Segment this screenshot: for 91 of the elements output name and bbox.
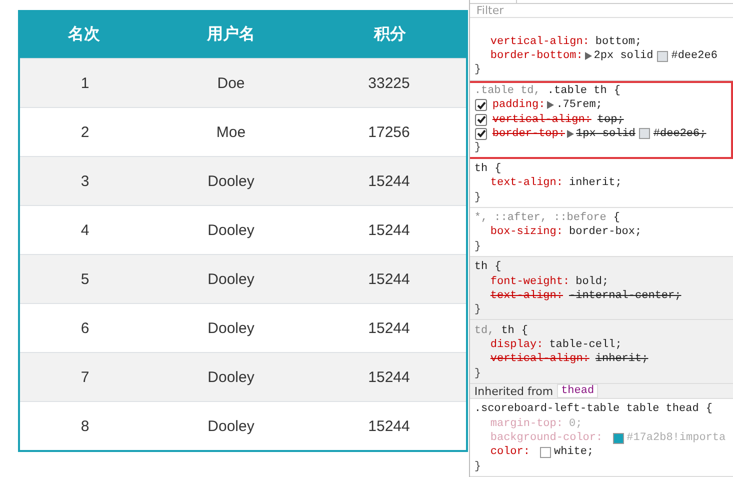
brace: { xyxy=(613,212,620,224)
table-cell-text: 3 xyxy=(80,172,90,192)
property-value: table-cell; xyxy=(549,339,622,352)
property-name: font-weight: xyxy=(490,276,570,288)
brace: } xyxy=(474,64,481,76)
property-name: vertical-align: xyxy=(490,353,590,366)
table-cell-text: 5 xyxy=(80,270,90,290)
column-header: 积分 xyxy=(372,22,407,44)
selector: th xyxy=(474,162,488,175)
selector: .table td, xyxy=(474,84,540,97)
brace: { xyxy=(706,403,712,416)
brace: { xyxy=(614,84,620,97)
property-value: 0; xyxy=(569,418,582,430)
table-cell-text: 15244 xyxy=(367,416,411,436)
table-cell-text: Dooley xyxy=(206,172,256,192)
property-value: 1px solid xyxy=(576,128,636,140)
property-name: padding: xyxy=(492,99,546,112)
brace: } xyxy=(474,460,481,473)
table-cell-text: 15244 xyxy=(367,220,411,240)
property-name: box-sizing: xyxy=(490,226,563,238)
table-cell-text: 6 xyxy=(80,318,90,338)
table-cell-text: 8 xyxy=(80,416,90,436)
expand-icon[interactable] xyxy=(584,52,592,60)
table-cell-text: 33225 xyxy=(367,74,411,94)
table-cell-text: 15244 xyxy=(367,270,411,290)
brace: } xyxy=(474,240,481,253)
selector: td, xyxy=(474,324,494,337)
color-swatch[interactable] xyxy=(540,446,551,458)
table-cell-text: Dooley xyxy=(206,318,256,338)
property-name: vertical-align: xyxy=(490,36,590,48)
property-value: #dee2e6 xyxy=(671,50,718,62)
table-cell-text: 4 xyxy=(80,220,90,240)
table-cell-text: 1 xyxy=(80,74,90,94)
checkbox[interactable] xyxy=(475,99,488,112)
table-cell-text: 15244 xyxy=(367,318,411,338)
property-value: bold; xyxy=(576,276,609,288)
property-value: 2px solid xyxy=(594,50,654,62)
selector: th xyxy=(501,324,514,337)
property-name: margin-top: xyxy=(490,418,563,430)
property-value: inherit; xyxy=(595,353,648,366)
inherited-element[interactable]: thead xyxy=(557,384,598,398)
table-cell-text: 17256 xyxy=(367,122,411,142)
property-value: bottom; xyxy=(595,36,642,48)
table-cell-text: 15244 xyxy=(367,172,411,192)
checkbox[interactable] xyxy=(475,114,488,126)
selector: *, ::after, ::before xyxy=(474,212,606,224)
property-name: text-align: xyxy=(490,290,563,302)
brace: } xyxy=(474,368,481,380)
property-name: display: xyxy=(490,339,544,352)
table-cell-text: Dooley xyxy=(206,220,256,240)
table-cell-text: Dooley xyxy=(206,368,256,388)
property-name: text-align: xyxy=(490,177,563,190)
selector: .table th xyxy=(547,84,607,97)
table-cell-text: Doe xyxy=(216,74,246,94)
property-value: white; xyxy=(554,446,594,458)
color-swatch[interactable] xyxy=(612,432,624,444)
table-cell-text: 15244 xyxy=(367,368,411,388)
table-cell-text: 7 xyxy=(80,368,90,388)
table-cell-text: Dooley xyxy=(206,416,256,436)
table-cell-text: Moe xyxy=(215,122,247,142)
column-header: 名次 xyxy=(66,22,101,44)
property-value: -internal-center; xyxy=(569,290,682,302)
property-value: #dee2e6; xyxy=(653,128,706,140)
color-swatch[interactable] xyxy=(639,128,650,140)
table-cell-text: Dooley xyxy=(206,270,256,290)
property-name: color: xyxy=(490,446,530,458)
expand-icon[interactable] xyxy=(547,101,554,110)
property-value: #17a2b8!importa xyxy=(626,432,726,444)
brace: } xyxy=(474,142,481,154)
table-cell-text: 2 xyxy=(80,122,90,142)
filter-field[interactable]: Filter xyxy=(470,4,733,18)
property-name: vertical-align: xyxy=(492,114,592,126)
brace: } xyxy=(474,192,481,204)
property-value: .75rem; xyxy=(556,99,602,112)
property-name: border-bottom: xyxy=(490,50,583,62)
property-name: background-color: xyxy=(490,432,603,444)
expand-icon[interactable] xyxy=(567,130,574,138)
selector: th xyxy=(474,261,488,274)
property-name: border-top: xyxy=(492,128,565,140)
brace: { xyxy=(494,261,502,274)
inherited-label: Inherited from xyxy=(474,384,554,398)
color-swatch[interactable] xyxy=(657,50,668,62)
checkbox[interactable] xyxy=(475,128,488,140)
property-value: border-box; xyxy=(569,226,642,238)
brace: { xyxy=(521,324,528,337)
brace: { xyxy=(494,162,502,175)
selector: .scoreboard-left-table table thead xyxy=(474,403,699,416)
brace: } xyxy=(474,304,481,316)
column-header: 用户名 xyxy=(206,22,256,44)
property-value: inherit; xyxy=(569,177,622,190)
property-value: top; xyxy=(597,114,624,126)
